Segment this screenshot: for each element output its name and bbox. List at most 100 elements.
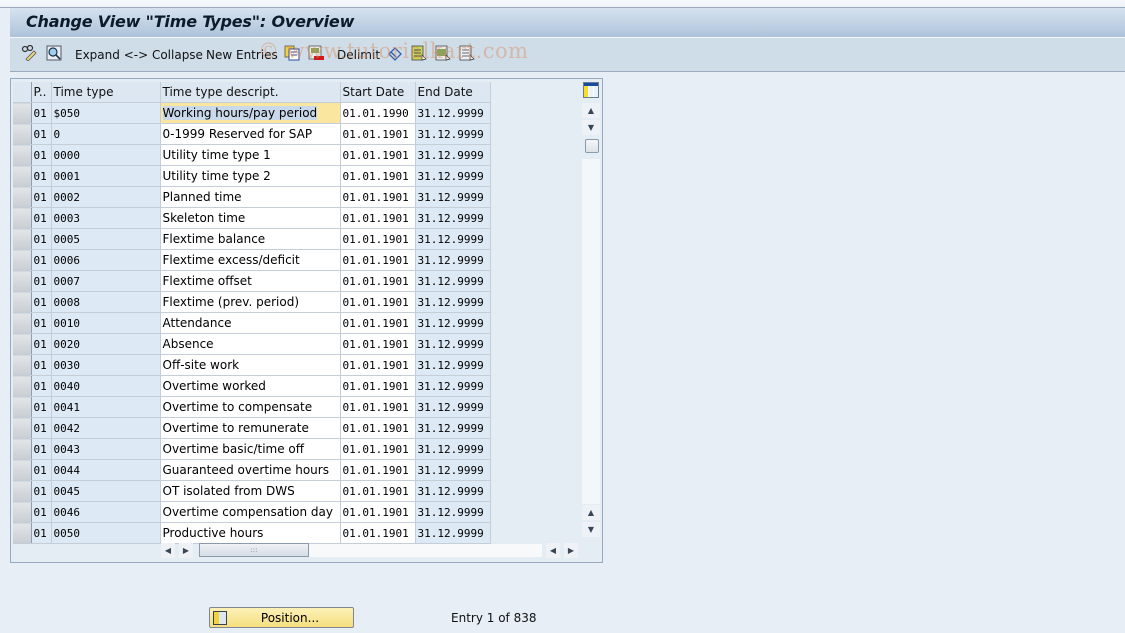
cell-description[interactable]: Utility time type 1	[160, 144, 341, 166]
row-selector[interactable]	[13, 102, 32, 124]
cell-end-date[interactable]: 31.12.9999	[415, 333, 491, 355]
cell-start-date[interactable]: 01.01.1901	[340, 249, 416, 271]
row-selector[interactable]	[13, 186, 32, 208]
cell-start-date[interactable]: 01.01.1901	[340, 438, 416, 460]
row-selector[interactable]	[13, 270, 32, 292]
delimit-button[interactable]: Delimit	[337, 46, 380, 64]
row-selector[interactable]	[13, 438, 32, 460]
cell-start-date[interactable]: 01.01.1901	[340, 459, 416, 481]
table-row[interactable]: 01 0010 Attendance 01.01.1901 31.12.9999	[13, 312, 491, 334]
cell-description[interactable]: Flextime offset	[160, 270, 341, 292]
row-selector[interactable]	[13, 249, 32, 271]
cell-start-date[interactable]: 01.01.1901	[340, 333, 416, 355]
table-settings-icon[interactable]	[583, 82, 599, 98]
cell-start-date[interactable]: 01.01.1901	[340, 207, 416, 229]
undo-change-icon[interactable]	[387, 45, 403, 61]
cell-description[interactable]: Utility time type 2	[160, 165, 341, 187]
cell-end-date[interactable]: 31.12.9999	[415, 249, 491, 271]
cell-end-date[interactable]: 31.12.9999	[415, 501, 491, 523]
row-selector[interactable]	[13, 522, 32, 544]
cell-description[interactable]: Planned time	[160, 186, 341, 208]
page-up-button[interactable]: ▲	[582, 505, 600, 520]
new-entries-button[interactable]: New Entries	[206, 46, 278, 64]
scroll-up-button[interactable]: ▲	[582, 103, 600, 118]
cell-description[interactable]: Guaranteed overtime hours	[160, 459, 341, 481]
scroll-right-button[interactable]: ▶	[179, 543, 193, 558]
cell-start-date[interactable]: 01.01.1901	[340, 123, 416, 145]
display-details-icon[interactable]	[46, 45, 62, 61]
horizontal-scrollbar-thumb[interactable]: :::	[199, 543, 309, 557]
cell-start-date[interactable]: 01.01.1901	[340, 417, 416, 439]
cell-start-date[interactable]: 01.01.1901	[340, 186, 416, 208]
cell-description[interactable]: Off-site work	[160, 354, 341, 376]
table-row[interactable]: 01 0006 Flextime excess/deficit 01.01.1901 3…	[13, 249, 491, 271]
row-selector[interactable]	[13, 333, 32, 355]
scroll-left-button[interactable]: ◀	[161, 543, 175, 558]
page-down-button[interactable]: ▼	[582, 522, 600, 537]
cell-start-date[interactable]: 01.01.1901	[340, 375, 416, 397]
cell-end-date[interactable]: 31.12.9999	[415, 165, 491, 187]
cell-end-date[interactable]: 31.12.9999	[415, 459, 491, 481]
table-row[interactable]: 01 0046 Overtime compensation day 01.01.190…	[13, 501, 491, 523]
row-selector[interactable]	[13, 396, 32, 418]
cell-end-date[interactable]: 31.12.9999	[415, 144, 491, 166]
cell-start-date[interactable]: 01.01.1901	[340, 354, 416, 376]
cell-end-date[interactable]: 31.12.9999	[415, 102, 491, 124]
table-row[interactable]: 01 0041 Overtime to compensate 01.01.1901 31…	[13, 396, 491, 418]
cell-start-date[interactable]: 01.01.1901	[340, 144, 416, 166]
copy-as-icon[interactable]	[284, 45, 300, 61]
cell-end-date[interactable]: 31.12.9999	[415, 375, 491, 397]
table-row[interactable]: 01 0050 Productive hours 01.01.1901 31.12.99…	[13, 522, 491, 544]
column-header-time-type[interactable]: Time type	[51, 82, 161, 103]
cell-description[interactable]: Overtime compensation day	[160, 501, 341, 523]
scroll-down-button[interactable]: ▼	[582, 120, 600, 135]
cell-end-date[interactable]: 31.12.9999	[415, 396, 491, 418]
cell-end-date[interactable]: 31.12.9999	[415, 312, 491, 334]
cell-description[interactable]: Absence	[160, 333, 341, 355]
cell-start-date[interactable]: 01.01.1901	[340, 501, 416, 523]
cell-description[interactable]: Productive hours	[160, 522, 341, 544]
table-row[interactable]: 01 0002 Planned time 01.01.1901 31.12.9999	[13, 186, 491, 208]
row-selector[interactable]	[13, 354, 32, 376]
table-row[interactable]: 01 0008 Flextime (prev. period) 01.01.1901 3…	[13, 291, 491, 313]
cell-start-date[interactable]: 01.01.1901	[340, 165, 416, 187]
cell-start-date[interactable]: 01.01.1901	[340, 480, 416, 502]
expand-collapse-button[interactable]: Expand <-> Collapse	[75, 46, 203, 64]
table-row[interactable]: 01 0003 Skeleton time 01.01.1901 31.12.9999	[13, 207, 491, 229]
deselect-all-icon[interactable]	[459, 45, 475, 61]
cell-start-date[interactable]: 01.01.1901	[340, 396, 416, 418]
column-header-p[interactable]: P..	[31, 82, 52, 103]
row-selector[interactable]	[13, 501, 32, 523]
cell-end-date[interactable]: 31.12.9999	[415, 438, 491, 460]
column-header-end-date[interactable]: End Date	[415, 82, 491, 103]
cell-start-date[interactable]: 01.01.1901	[340, 270, 416, 292]
cell-description[interactable]: Overtime to remunerate	[160, 417, 341, 439]
cell-description[interactable]: Overtime worked	[160, 375, 341, 397]
table-row[interactable]: 01 0040 Overtime worked 01.01.1901 31.12.999…	[13, 375, 491, 397]
cell-end-date[interactable]: 31.12.9999	[415, 417, 491, 439]
cell-end-date[interactable]: 31.12.9999	[415, 123, 491, 145]
position-button[interactable]: Position...	[209, 607, 354, 628]
cell-start-date[interactable]: 01.01.1901	[340, 522, 416, 544]
scroll-left-end-button[interactable]: ◀	[546, 543, 560, 558]
edit-glasses-icon[interactable]	[21, 45, 37, 61]
cell-end-date[interactable]: 31.12.9999	[415, 186, 491, 208]
select-block-icon[interactable]	[435, 45, 451, 61]
cell-end-date[interactable]: 31.12.9999	[415, 522, 491, 544]
cell-end-date[interactable]: 31.12.9999	[415, 207, 491, 229]
cell-end-date[interactable]: 31.12.9999	[415, 270, 491, 292]
delete-icon[interactable]	[308, 45, 324, 61]
table-row[interactable]: 01 0045 OT isolated from DWS 01.01.1901 31.1…	[13, 480, 491, 502]
row-selector[interactable]	[13, 459, 32, 481]
column-header-description[interactable]: Time type descript.	[160, 82, 341, 103]
row-selector[interactable]	[13, 123, 32, 145]
cell-description[interactable]: Flextime excess/deficit	[160, 249, 341, 271]
cell-description[interactable]: Skeleton time	[160, 207, 341, 229]
cell-description[interactable]: Overtime to compensate	[160, 396, 341, 418]
row-selector[interactable]	[13, 375, 32, 397]
table-row[interactable]: 01 0030 Off-site work 01.01.1901 31.12.9999	[13, 354, 491, 376]
table-row[interactable]: 01 0000 Utility time type 1 01.01.1901 31.12…	[13, 144, 491, 166]
column-header-start-date[interactable]: Start Date	[340, 82, 416, 103]
vertical-scrollbar-track[interactable]	[582, 159, 600, 504]
row-selector[interactable]	[13, 480, 32, 502]
